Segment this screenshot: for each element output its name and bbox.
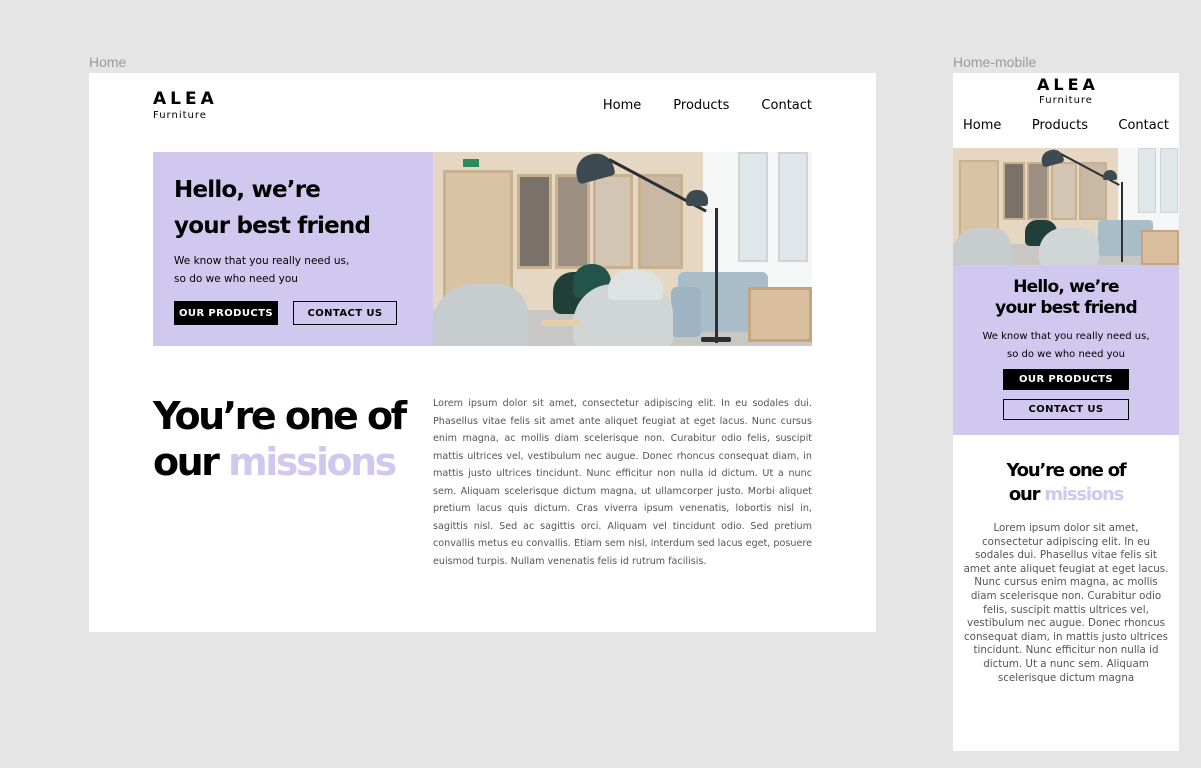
missions-line2-plain: our: [153, 440, 229, 484]
hero-title-line1: Hello, we’re: [174, 177, 321, 203]
hero-sub-line1: We know that you really need us,: [174, 255, 350, 267]
logo-brand: ALEA: [1037, 75, 1099, 94]
logo-sub: Furniture: [1039, 95, 1093, 106]
hero-sub-line1: We know that you really need us,: [982, 331, 1150, 342]
logo[interactable]: ALEA Furniture: [153, 91, 218, 121]
interior-photo: [433, 152, 812, 346]
frame-label-mobile: Home-mobile: [953, 54, 1037, 70]
our-products-button[interactable]: OUR PRODUCTS: [174, 301, 278, 325]
main-nav: Home Products Contact: [963, 118, 1169, 133]
hero-buttons: OUR PRODUCTS CONTACT US: [174, 301, 414, 325]
missions-line1: You’re one of: [1006, 460, 1126, 481]
hero-sub-line2: so do we who need you: [174, 273, 298, 285]
nav-contact[interactable]: Contact: [761, 98, 812, 113]
missions-line2: our missions: [153, 439, 405, 485]
hero-title-line2: your best friend: [995, 298, 1137, 318]
nav-home[interactable]: Home: [603, 98, 641, 113]
desktop-frame: ALEA Furniture Home Products Contact Hel…: [89, 73, 876, 632]
missions-title: You’re one of our missions: [953, 459, 1179, 507]
hero-buttons: OUR PRODUCTS CONTACT US: [953, 369, 1179, 420]
logo-sub: Furniture: [153, 110, 207, 121]
mobile-frame: ALEA Furniture Home Products Contact Hel…: [953, 73, 1179, 751]
hero-panel: Hello, we’re your best friend We know th…: [953, 265, 1179, 435]
nav-home[interactable]: Home: [963, 118, 1001, 133]
hero-text: Hello, we’re your best friend We know th…: [953, 277, 1179, 420]
frame-label-desktop: Home: [89, 54, 127, 70]
nav-products[interactable]: Products: [1032, 118, 1088, 133]
hero-title: Hello, we’re your best friend: [953, 277, 1179, 319]
our-products-button[interactable]: OUR PRODUCTS: [1003, 369, 1129, 390]
missions-body-text: Lorem ipsum dolor sit amet, consectetur …: [433, 398, 812, 567]
missions-accent: missions: [228, 440, 397, 484]
missions-title: You’re one of our missions: [153, 393, 407, 485]
missions-body-text: Lorem ipsum dolor sit amet, consectetur …: [963, 522, 1169, 684]
hero-title: Hello, we’re your best friend: [174, 172, 414, 244]
logo-brand: ALEA: [153, 89, 218, 109]
hero-sub-line2: so do we who need you: [1006, 349, 1126, 360]
hero-title-line2: your best friend: [174, 213, 371, 239]
hero-text: Hello, we’re your best friend We know th…: [174, 172, 414, 325]
nav-contact[interactable]: Contact: [1118, 118, 1169, 133]
missions-line1: You’re one of: [153, 394, 407, 438]
contact-us-button[interactable]: CONTACT US: [293, 301, 397, 325]
hero-subtitle: We know that you really need us, so do w…: [174, 252, 414, 288]
missions-line2: our missions: [953, 483, 1179, 507]
nav-products[interactable]: Products: [673, 98, 729, 113]
missions-accent: missions: [1044, 484, 1124, 505]
hero-title-line1: Hello, we’re: [1013, 277, 1119, 297]
interior-photo: [953, 148, 1179, 265]
contact-us-button[interactable]: CONTACT US: [1003, 399, 1129, 420]
hero-subtitle: We know that you really need us, so do w…: [953, 328, 1179, 364]
logo[interactable]: ALEA Furniture: [953, 77, 1179, 106]
main-nav: Home Products Contact: [603, 98, 812, 113]
missions-line2-plain: our: [1008, 484, 1045, 505]
